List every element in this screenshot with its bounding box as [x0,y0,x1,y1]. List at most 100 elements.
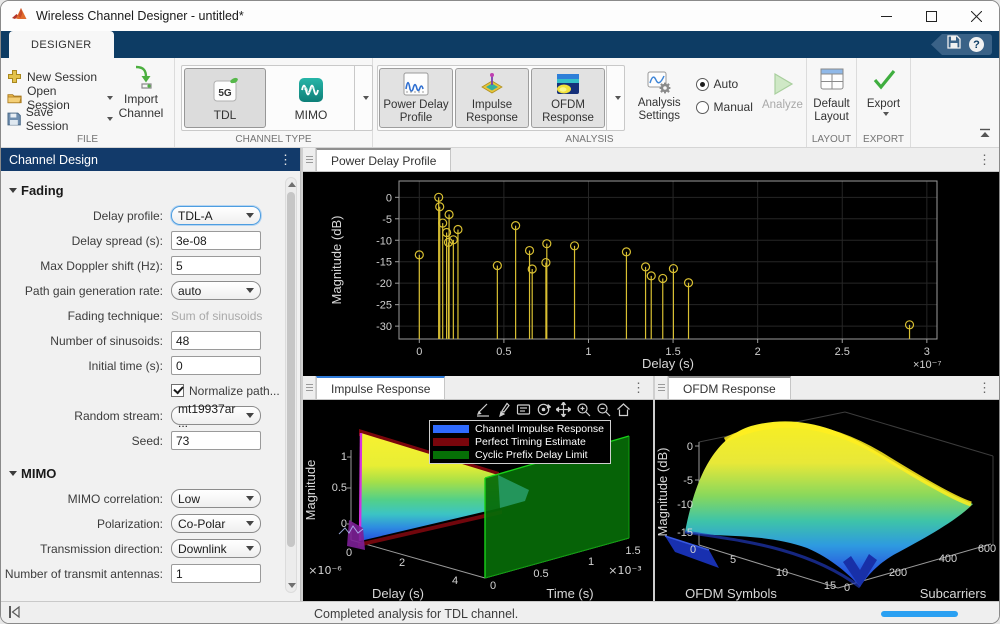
pdp-y-tick: -15 [376,257,392,269]
wall-magenta-edge [360,433,361,541]
impulse-plot[interactable]: 1 0.5 0 0 2 4 0 0.5 1 1.5 ×10⁻⁶ ×10⁻³ [303,400,653,601]
pdp-x-tick: 0.5 [496,346,511,358]
rotate-3d-icon[interactable] [536,402,551,417]
scroll-up-icon[interactable] [288,182,296,187]
collapse-triangle-icon [9,471,17,476]
delay-profile-select[interactable]: TDL-A [171,206,261,225]
zoom-out-icon[interactable] [596,402,611,417]
field-polarization: Polarization: Co-Polar [1,514,300,533]
export-button[interactable]: Export [857,63,910,116]
num-sinusoids-input[interactable]: 48 [171,331,261,350]
pan-icon[interactable] [556,402,571,417]
plots-area: Power Delay Profile ⋮ 00.511.522.530-5-1… [303,148,999,601]
seed-input[interactable]: 73 [171,431,261,450]
mimo-correlation-select[interactable]: Low [171,489,261,508]
impulse-panel-menu[interactable]: ⋮ [632,376,653,399]
panel-grip-icon[interactable] [303,148,316,171]
field-delay-spread: Delay spread (s): 3e-08 [1,231,300,250]
pdp-x-axis-label: Delay (s) [642,356,694,371]
analysis-gallery-caret[interactable] [606,66,624,130]
impulse-response-button[interactable]: Impulse Response [455,68,529,128]
pdp-background [303,172,1000,376]
export-dropdown-caret[interactable] [883,112,889,116]
panel-scrollbar[interactable] [285,177,297,593]
home-icon[interactable] [616,402,631,417]
pdp-panel-menu[interactable]: ⋮ [978,148,999,171]
chevron-down-icon [246,288,254,293]
tab-power-delay-profile[interactable]: Power Delay Profile [316,148,451,171]
brush-icon[interactable] [496,402,511,417]
data-tips-icon[interactable] [516,402,531,417]
ofdm-plot[interactable]: 0 -5 -10 -15 0 5 10 15 0 200 400 600 [655,400,999,601]
z-axis-label: Magnitude [303,460,318,521]
tab-ofdm-response[interactable]: OFDM Response [668,376,791,399]
y-tick: 15 [824,580,836,592]
channel-type-tdl-button[interactable]: 5G TDL [184,68,266,128]
polarization-select[interactable]: Co-Polar [171,514,261,533]
impulse-legend[interactable]: Channel Impulse Response Perfect Timing … [429,420,611,464]
radio-auto-circle[interactable] [696,78,709,91]
quick-save-icon[interactable] [947,35,961,54]
tab-impulse-response[interactable]: Impulse Response [316,376,445,399]
channel-design-form: Fading Delay profile: TDL-A Delay spread… [1,171,300,601]
ofdm-response-button[interactable]: OFDM Response [531,68,605,128]
scroll-down-icon[interactable] [288,583,296,588]
field-num-tx-antennas: Number of transmit antennas: 1 [1,564,300,583]
num-tx-antennas-input[interactable]: 1 [171,564,261,583]
power-delay-profile-button[interactable]: Power Delay Profile [379,68,453,128]
ofdm-panel-menu[interactable]: ⋮ [978,376,999,399]
pdp-y-tick: -30 [376,321,392,333]
group-label-channel-type: CHANNEL TYPE [175,134,372,145]
initial-time-input[interactable]: 0 [171,356,261,375]
save-session-button[interactable]: Save Session [7,108,113,129]
pdp-stem-chart: 00.511.522.530-5-10-15-20-25-30Magnitude… [303,172,1000,376]
radio-manual[interactable]: Manual [696,100,753,114]
y-tick: 0 [690,544,696,556]
import-channel-icon [128,65,154,89]
export-check-icon [871,67,897,91]
collapse-ribbon-button[interactable] [979,125,991,143]
legend-swatch-cyclic [433,451,469,459]
impulse-tab-bar: Impulse Response ⋮ [303,376,653,400]
close-button[interactable] [954,1,999,31]
path-gain-rate-select[interactable]: auto [171,281,261,300]
pdp-x-tick: 2.5 [835,346,850,358]
svg-text:5G: 5G [218,88,232,99]
panel-grip-icon[interactable] [303,376,316,399]
export-plot-icon[interactable] [476,402,491,417]
transmission-direction-select[interactable]: Downlink [171,539,261,558]
radio-manual-circle[interactable] [696,101,709,114]
tab-designer[interactable]: DESIGNER [9,31,114,58]
open-folder-icon [7,91,22,105]
collapse-panel-icon[interactable] [8,605,21,623]
zoom-in-icon[interactable] [576,402,591,417]
maximize-button[interactable] [909,1,954,31]
max-doppler-input[interactable]: 5 [171,256,261,275]
ofdm-tab-bar: OFDM Response ⋮ [655,376,999,400]
random-stream-select[interactable]: mt19937ar ... [171,406,261,425]
y-tick: 2 [399,557,405,569]
channel-design-menu-icon[interactable]: ⋮ [279,152,292,168]
impulse-response-icon [478,71,506,97]
axes-toolbar [476,402,631,417]
channel-type-gallery-caret[interactable] [354,66,372,130]
x-tick: 0 [490,580,496,592]
default-layout-button[interactable]: Default Layout [807,63,856,124]
save-floppy-icon [7,112,21,126]
minimize-button[interactable] [864,1,909,31]
panel-grip-icon[interactable] [655,376,668,399]
mimo-section-header[interactable]: MIMO [9,466,300,481]
ribbon-group-analysis: Power Delay Profile Impulse Response OFD… [373,58,807,147]
delay-spread-input[interactable]: 3e-08 [171,231,261,250]
channel-type-mimo-button[interactable]: MIMO [270,68,352,128]
z-tick: -5 [683,475,693,487]
scrollbar-thumb[interactable] [287,192,295,547]
radio-auto[interactable]: Auto [696,77,753,91]
channel-design-panel: Channel Design ⋮ Fading Delay profile: T… [1,148,301,601]
field-path-gain-rate: Path gain generation rate: auto [1,281,300,300]
normalize-paths-checkbox[interactable] [171,384,184,397]
fading-section-header[interactable]: Fading [9,183,300,198]
pdp-plot[interactable]: 00.511.522.530-5-10-15-20-25-30Magnitude… [303,172,999,376]
matlab-logo-icon [11,6,28,26]
help-icon[interactable]: ? [969,37,984,52]
